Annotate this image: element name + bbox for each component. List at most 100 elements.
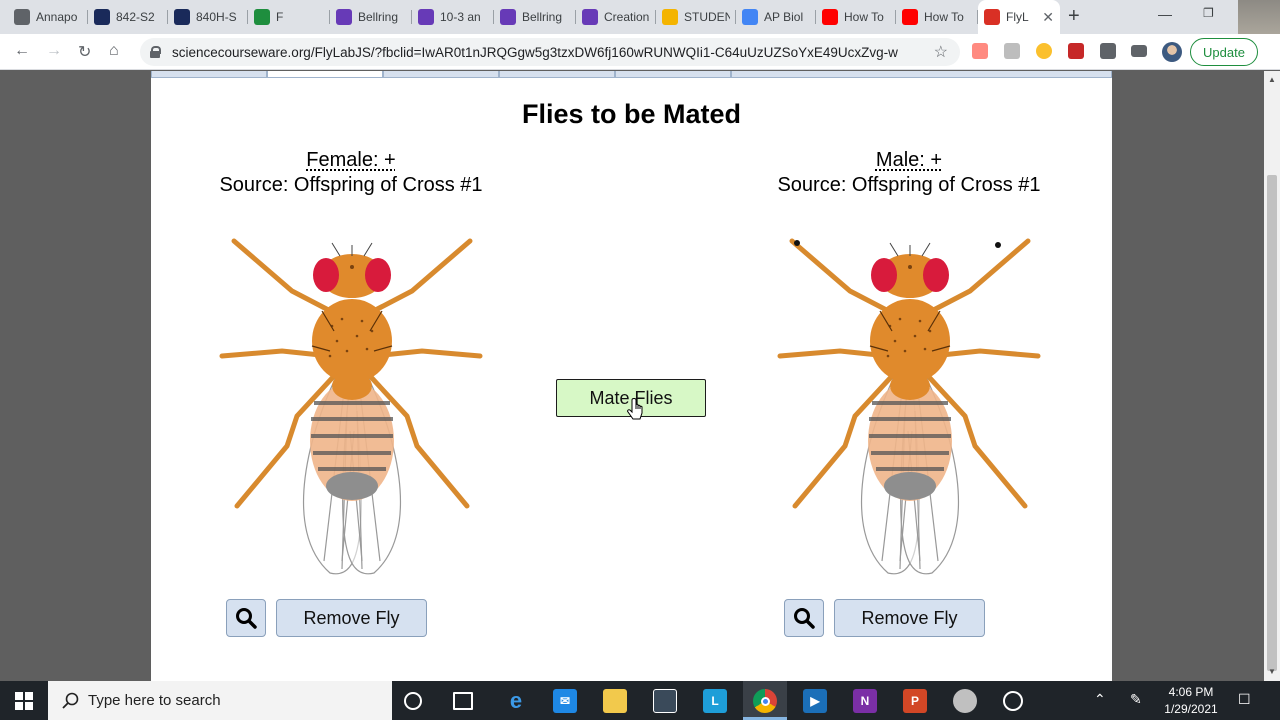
notifications-icon[interactable]: ☐ bbox=[1238, 691, 1251, 708]
browser-tab[interactable]: AP Biol bbox=[736, 4, 816, 30]
docs-icon bbox=[742, 9, 758, 25]
male-sex-label[interactable]: Male: + bbox=[709, 149, 1109, 174]
male-source-label: Source: Offspring of Cross #1 bbox=[777, 174, 1041, 196]
extension-icon[interactable] bbox=[972, 43, 988, 59]
remove-female-button[interactable]: Remove Fly bbox=[276, 599, 427, 637]
scroll-up-icon[interactable]: ▲ bbox=[1268, 75, 1276, 84]
male-fly-info: Male: + Source: Offspring of Cross #1 bbox=[709, 149, 1109, 197]
tab-title: STUDEN bbox=[684, 10, 730, 24]
browser-toolbar: ← → ↻ ⌂ sciencecourseware.org/FlyLabJS/?… bbox=[0, 34, 1280, 70]
pen-icon[interactable]: ✎ bbox=[1130, 691, 1142, 708]
zoom-female-button[interactable] bbox=[226, 599, 266, 637]
browser-tab[interactable]: FlyL ✕ bbox=[978, 0, 1060, 34]
v-logo-icon bbox=[94, 9, 110, 25]
file-explorer-icon[interactable] bbox=[603, 689, 627, 713]
new-tab-button[interactable]: + bbox=[1068, 5, 1080, 28]
address-bar[interactable]: sciencecourseware.org/FlyLabJS/?fbclid=I… bbox=[140, 38, 960, 66]
windows-taskbar: Type here to search e ✉ L ▶ N P ⌃ ✎ 4:06… bbox=[0, 681, 1280, 720]
scrollbar-thumb[interactable] bbox=[1267, 175, 1277, 671]
male-fly-image bbox=[770, 231, 1050, 581]
store-icon[interactable] bbox=[653, 689, 677, 713]
clock-date: 1/29/2021 bbox=[1164, 702, 1218, 716]
tab-title: 842-S2 bbox=[116, 10, 155, 24]
female-fly-image bbox=[212, 231, 492, 581]
home-icon[interactable]: ⌂ bbox=[109, 42, 119, 60]
profile-avatar[interactable] bbox=[1162, 42, 1182, 62]
browser-tab[interactable]: Annapo bbox=[8, 4, 88, 30]
globe-icon bbox=[14, 9, 30, 25]
remove-male-button[interactable]: Remove Fly bbox=[834, 599, 985, 637]
female-sex-label[interactable]: Female: + bbox=[151, 149, 551, 174]
windows-start-button[interactable] bbox=[0, 681, 48, 720]
reload-icon[interactable]: ↻ bbox=[78, 42, 91, 62]
task-view-icon[interactable] bbox=[453, 692, 473, 710]
forms-icon bbox=[582, 9, 598, 25]
browser-tab[interactable]: 10-3 an bbox=[412, 4, 494, 30]
tab-title: Bellring bbox=[358, 10, 399, 24]
female-source-label: Source: Offspring of Cross #1 bbox=[219, 174, 483, 196]
browser-tab[interactable]: STUDEN bbox=[656, 4, 736, 30]
media-icon[interactable] bbox=[1131, 45, 1147, 57]
bookmark-star-icon[interactable]: ☆ bbox=[934, 42, 948, 62]
subtab[interactable] bbox=[499, 71, 615, 78]
tab-title: FlyL bbox=[1006, 10, 1029, 24]
zoom-male-button[interactable] bbox=[784, 599, 824, 637]
tab-title: Bellring bbox=[522, 10, 563, 24]
tab-title: How To bbox=[844, 10, 884, 24]
browser-tab[interactable]: Bellring bbox=[494, 4, 576, 30]
update-button[interactable]: Update bbox=[1190, 38, 1258, 66]
search-icon bbox=[62, 692, 79, 709]
minimize-button[interactable]: — bbox=[1158, 6, 1172, 22]
taskbar-search-placeholder: Type here to search bbox=[88, 692, 221, 709]
browser-tab[interactable]: Creation bbox=[576, 4, 656, 30]
lanschool-icon[interactable]: L bbox=[703, 689, 727, 713]
back-icon[interactable]: ← bbox=[14, 42, 30, 60]
browser-tab[interactable]: How To bbox=[816, 4, 896, 30]
page-scrollbar[interactable]: ▲ ▼ bbox=[1264, 71, 1280, 681]
windows-logo-icon bbox=[15, 691, 33, 710]
classroom-icon bbox=[254, 9, 270, 25]
screencast-icon[interactable]: ▶ bbox=[803, 689, 827, 713]
hand-extension-icon[interactable] bbox=[1036, 43, 1052, 59]
tab-title: AP Biol bbox=[764, 10, 804, 24]
obs-icon[interactable] bbox=[1003, 691, 1023, 711]
subtab[interactable] bbox=[151, 71, 267, 78]
grid-extension-icon[interactable] bbox=[1004, 43, 1020, 59]
subtab[interactable] bbox=[383, 71, 499, 78]
browser-tab[interactable]: 840H-S bbox=[168, 4, 248, 30]
megaphone-extension-icon[interactable] bbox=[1068, 43, 1084, 59]
page-title: Flies to be Mated bbox=[521, 99, 742, 129]
subtab-current[interactable] bbox=[267, 71, 383, 78]
tab-title: 10-3 an bbox=[440, 10, 481, 24]
forms-icon bbox=[418, 9, 434, 25]
browser-tab[interactable]: 842-S2 bbox=[88, 4, 168, 30]
chrome-icon[interactable] bbox=[753, 689, 777, 713]
browser-tab-strip: Annapo 842-S2 840H-S F Bellring 10-3 an Bellri… bbox=[0, 0, 1280, 56]
flylab-panel: Flies to be Mated Female: + Source: Offs… bbox=[151, 71, 1112, 681]
subtab[interactable] bbox=[731, 71, 1112, 78]
flylab-icon bbox=[984, 9, 1000, 25]
female-fly-info: Female: + Source: Offspring of Cross #1 bbox=[151, 149, 551, 197]
subtab[interactable] bbox=[615, 71, 731, 78]
browser-tab[interactable]: F bbox=[248, 4, 330, 30]
taskbar-clock[interactable]: 4:06 PM 1/29/2021 bbox=[1160, 684, 1222, 718]
snip-tool-icon[interactable] bbox=[953, 689, 977, 713]
browser-tab[interactable]: How To bbox=[896, 4, 978, 30]
powerpoint-icon[interactable]: P bbox=[903, 689, 927, 713]
tray-chevron-icon[interactable]: ⌃ bbox=[1094, 691, 1106, 708]
edge-icon[interactable]: e bbox=[504, 688, 528, 713]
slides-icon bbox=[662, 9, 678, 25]
cortana-icon[interactable] bbox=[404, 692, 422, 710]
taskbar-search-box[interactable]: Type here to search bbox=[48, 681, 392, 720]
browser-tab[interactable]: Bellring bbox=[330, 4, 412, 30]
tab-title: 840H-S bbox=[196, 10, 237, 24]
scroll-down-icon[interactable]: ▼ bbox=[1268, 667, 1276, 676]
mail-icon[interactable]: ✉ bbox=[553, 689, 577, 713]
forms-icon bbox=[500, 9, 516, 25]
youtube-icon bbox=[822, 9, 838, 25]
restore-button[interactable]: ❐ bbox=[1203, 6, 1214, 20]
puzzle-icon[interactable] bbox=[1100, 43, 1116, 59]
close-tab-icon[interactable]: ✕ bbox=[1042, 9, 1054, 26]
onenote-icon[interactable]: N bbox=[853, 689, 877, 713]
forward-icon[interactable]: → bbox=[46, 42, 62, 60]
